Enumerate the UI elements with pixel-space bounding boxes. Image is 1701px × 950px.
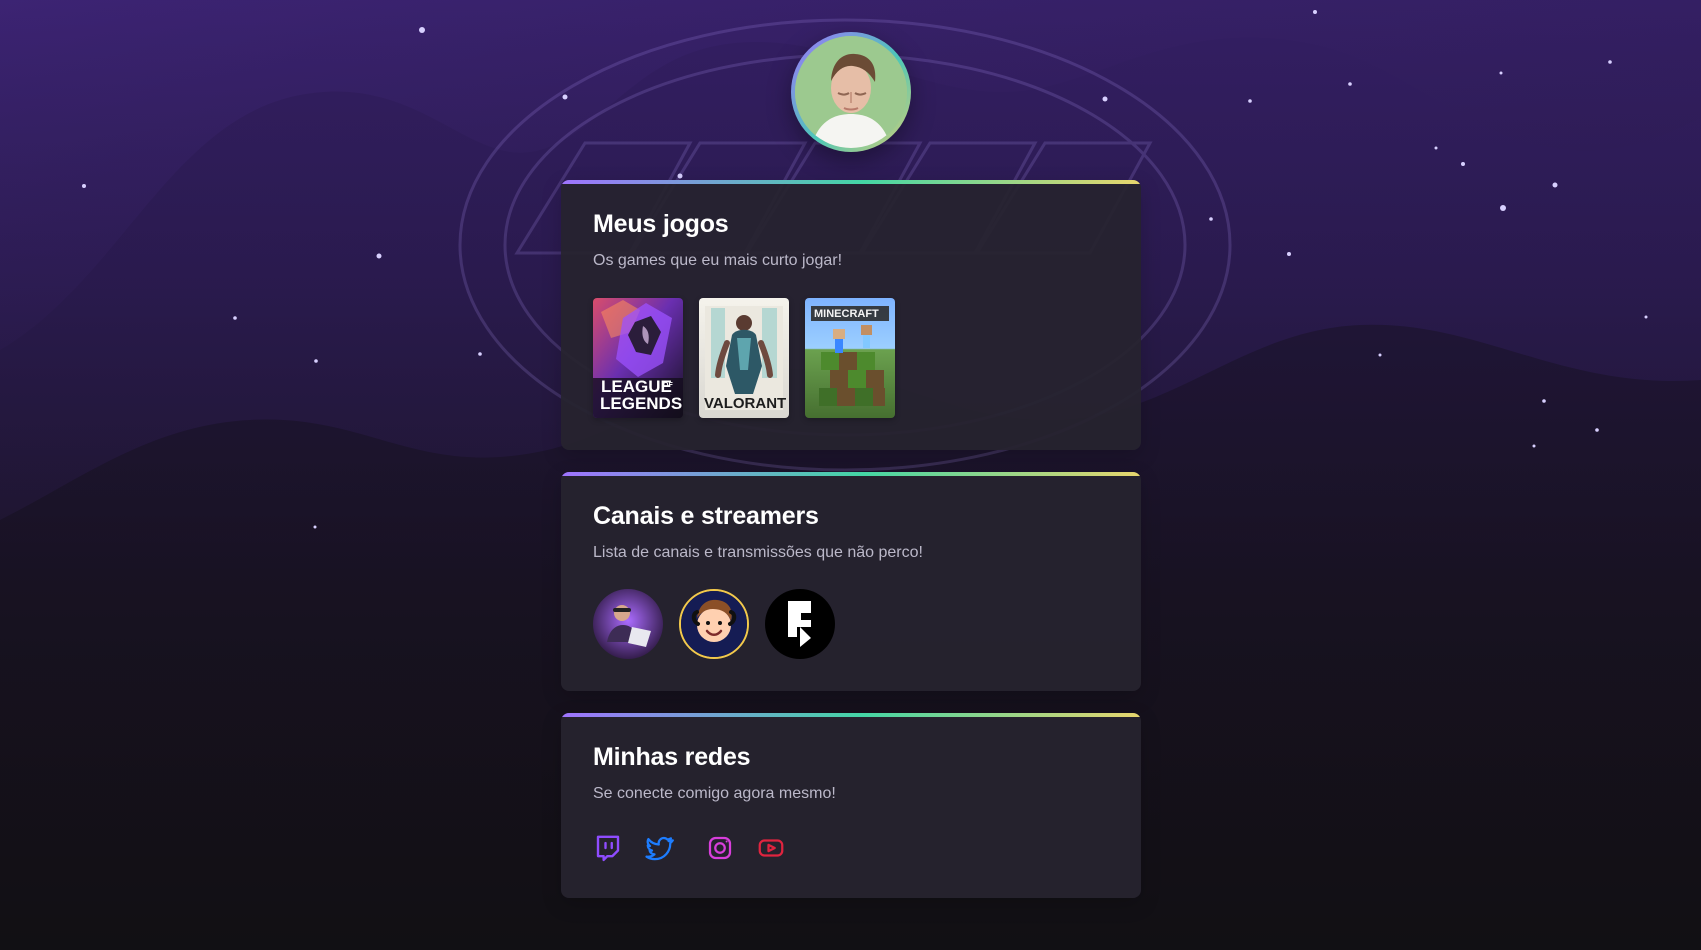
twitch-icon[interactable]	[593, 833, 623, 863]
streamers-subtitle: Lista de canais e transmissões que não p…	[593, 543, 923, 561]
games-card: Meus jogos Os games que eu mais curto jo…	[561, 180, 1141, 450]
channel-avatar-2[interactable]	[679, 588, 749, 659]
streamers-title: Canais e streamers	[593, 501, 819, 530]
profile-photo	[795, 36, 907, 148]
channel-avatar-3[interactable]	[765, 588, 835, 659]
game-lol-label-small: OF	[663, 382, 673, 389]
games-subtitle: Os games que eu mais curto jogar!	[593, 251, 843, 269]
socials-subtitle: Se conecte comigo agora mesmo!	[593, 784, 836, 802]
streamers-card: Canais e streamers Lista de canais e tra…	[561, 471, 1141, 691]
game-league-of-legends[interactable]: LEAGUE OF LEGENDS	[593, 297, 683, 418]
socials-title: Minhas redes	[593, 742, 751, 771]
instagram-icon[interactable]	[705, 833, 735, 863]
channels-list	[593, 588, 1109, 659]
games-title: Meus jogos	[593, 210, 729, 238]
profile-column: Meus jogos Os games que eu mais curto jo…	[561, 32, 1141, 898]
game-minecraft[interactable]: MINECRAFT	[805, 297, 895, 418]
socials-card: Minhas redes Se conecte comigo agora mes…	[561, 712, 1141, 898]
twitter-icon[interactable]	[644, 833, 674, 863]
game-minecraft-label: MINECRAFT	[814, 308, 879, 320]
channel-avatar-1[interactable]	[593, 588, 663, 659]
youtube-icon[interactable]	[756, 833, 786, 863]
game-valorant-label: VALORANT	[704, 395, 786, 412]
socials-list	[593, 830, 1109, 866]
profile-avatar	[791, 32, 911, 152]
game-valorant[interactable]: VALORANT	[699, 297, 789, 418]
game-lol-label-2: LEGENDS	[600, 394, 682, 413]
games-list: LEAGUE OF LEGENDS VALORANT MINECRAFT	[593, 297, 1109, 418]
